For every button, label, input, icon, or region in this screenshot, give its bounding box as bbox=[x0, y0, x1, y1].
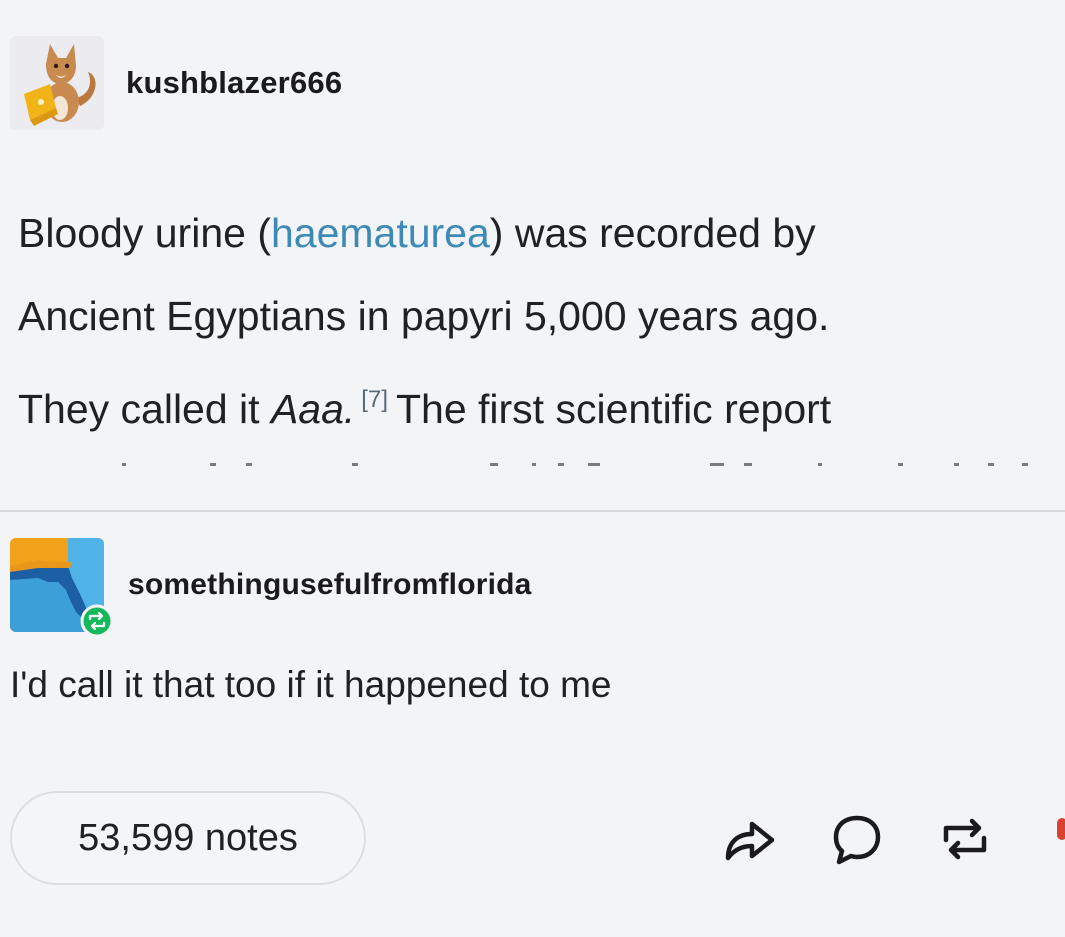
reply-header: somethingusefulfromflorida bbox=[10, 538, 532, 638]
reblog-badge-icon bbox=[80, 604, 114, 638]
reply-username[interactable]: somethingusefulfromflorida bbox=[128, 568, 532, 602]
post-header: kushblazer666 bbox=[10, 36, 342, 130]
reply-icon[interactable] bbox=[828, 810, 886, 868]
truncated-text-fragment bbox=[122, 463, 1028, 466]
post-actions bbox=[720, 810, 994, 868]
post-body: Bloody urine (haematurea) was recorded b… bbox=[18, 192, 1058, 451]
post-text-segment: ) was recorded by bbox=[489, 210, 816, 256]
post-text-line-2: Ancient Egyptians in papyri 5,000 years … bbox=[18, 293, 830, 339]
avatar[interactable] bbox=[10, 538, 114, 638]
share-icon[interactable] bbox=[720, 810, 778, 868]
post-username[interactable]: kushblazer666 bbox=[126, 65, 342, 101]
like-icon-partial[interactable] bbox=[1057, 818, 1065, 840]
post-text-segment: Bloody urine ( bbox=[18, 210, 271, 256]
notes-count-button[interactable]: 53,599 notes bbox=[10, 791, 366, 885]
divider bbox=[0, 510, 1065, 512]
reply-body: I'd call it that too if it happened to m… bbox=[10, 664, 612, 705]
reblog-icon[interactable] bbox=[936, 810, 994, 868]
post-text-segment: The first scientific report bbox=[395, 386, 832, 432]
post-text-segment: They called it bbox=[18, 386, 271, 432]
reference-link[interactable]: [7] bbox=[361, 386, 388, 413]
avatar[interactable] bbox=[10, 36, 104, 130]
fox-with-laptop-avatar-icon bbox=[10, 36, 104, 130]
notes-label: 53,599 notes bbox=[78, 816, 298, 859]
italic-word: Aaa. bbox=[270, 386, 356, 432]
haematurea-link[interactable]: haematurea bbox=[271, 210, 490, 256]
